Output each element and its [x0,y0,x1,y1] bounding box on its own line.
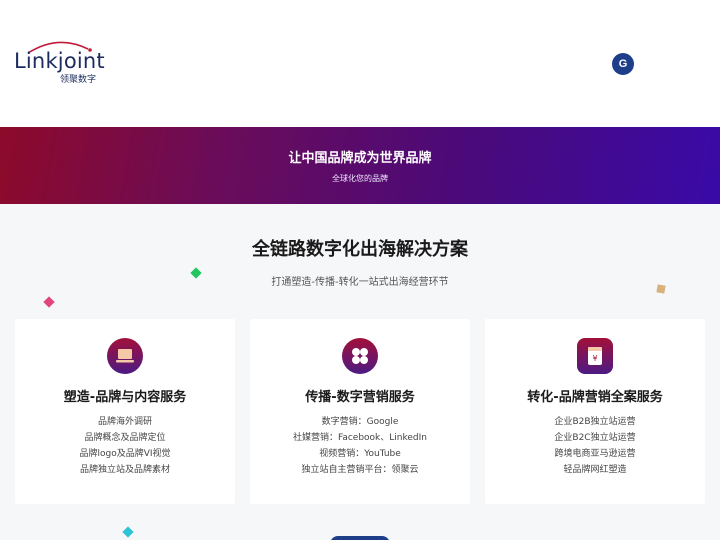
grid-flower-icon [342,338,378,374]
section-title: 全链路数字化出海解决方案 [252,239,468,260]
list-item: 跨境电商亚马逊运营 [554,449,636,459]
service-card-marketing[interactable]: 传播-数字营销服务 数字营销：Google 社媒营销：Facebook、Link… [250,319,470,504]
google-icon: G [618,57,628,70]
card-title: 塑造-品牌与内容服务 [63,390,187,405]
list-item: 数字营销：Google [321,417,399,427]
linkjoint-logo[interactable]: Linkjoint 领聚数字 [14,40,105,85]
card-feature-list: 数字营销：Google 社媒营销：Facebook、LinkedIn 视频营销：… [250,414,470,478]
banner-title: 让中国品牌成为世界品牌 [288,151,432,166]
card-title: 传播-数字营销服务 [305,390,415,405]
service-card-conversion[interactable]: ¥ 转化-品牌营销全案服务 企业B2B独立站运营 企业B2C独立站运营 跨境电商… [485,319,705,504]
card-feature-list: 企业B2B独立站运营 企业B2C独立站运营 跨境电商亚马逊运营 轻品牌网红塑造 [485,414,705,478]
section-subtitle: 打通塑造-传播-转化一站式出海经营环节 [271,277,449,288]
yuan-card-icon: ¥ [577,338,613,374]
list-item: 品牌独立站及品牌素材 [79,465,170,475]
list-item: 社媒营销：Facebook、LinkedIn [292,433,427,443]
logo-wordmark: Linkjoint [14,49,105,73]
site-header: Linkjoint 领聚数字 G [0,0,720,127]
laptop-icon [107,338,143,374]
banner-subtitle: 全球化您的品牌 [332,174,388,183]
list-item: 品牌海外调研 [97,417,152,427]
decor-square-icon [656,284,666,294]
list-item: 轻品牌网红塑造 [563,465,627,475]
logo-subtitle: 领聚数字 [60,75,97,85]
svg-text:¥: ¥ [592,354,597,363]
list-item: 品牌概念及品牌定位 [84,433,166,443]
decor-diamond-icon [43,296,55,308]
card-feature-list: 品牌海外调研 品牌概念及品牌定位 品牌logo及品牌VI视觉 品牌独立站及品牌素… [15,414,235,478]
list-item: 企业B2C独立站运营 [554,433,636,443]
list-item: 视频营销：YouTube [319,449,401,459]
list-item: 品牌logo及品牌VI视觉 [79,449,171,459]
decor-diamond-icon [122,526,134,538]
google-button[interactable]: G [612,53,634,75]
card-title: 转化-品牌营销全案服务 [527,390,663,405]
hero-banner: 让中国品牌成为世界品牌 全球化您的品牌 [0,127,720,204]
list-item: 企业B2B独立站运营 [554,417,636,427]
service-card-branding[interactable]: 塑造-品牌与内容服务 品牌海外调研 品牌概念及品牌定位 品牌logo及品牌VI视… [15,319,235,504]
more-button[interactable] [330,536,390,540]
list-item: 独立站自主营销平台：领聚云 [301,465,419,475]
